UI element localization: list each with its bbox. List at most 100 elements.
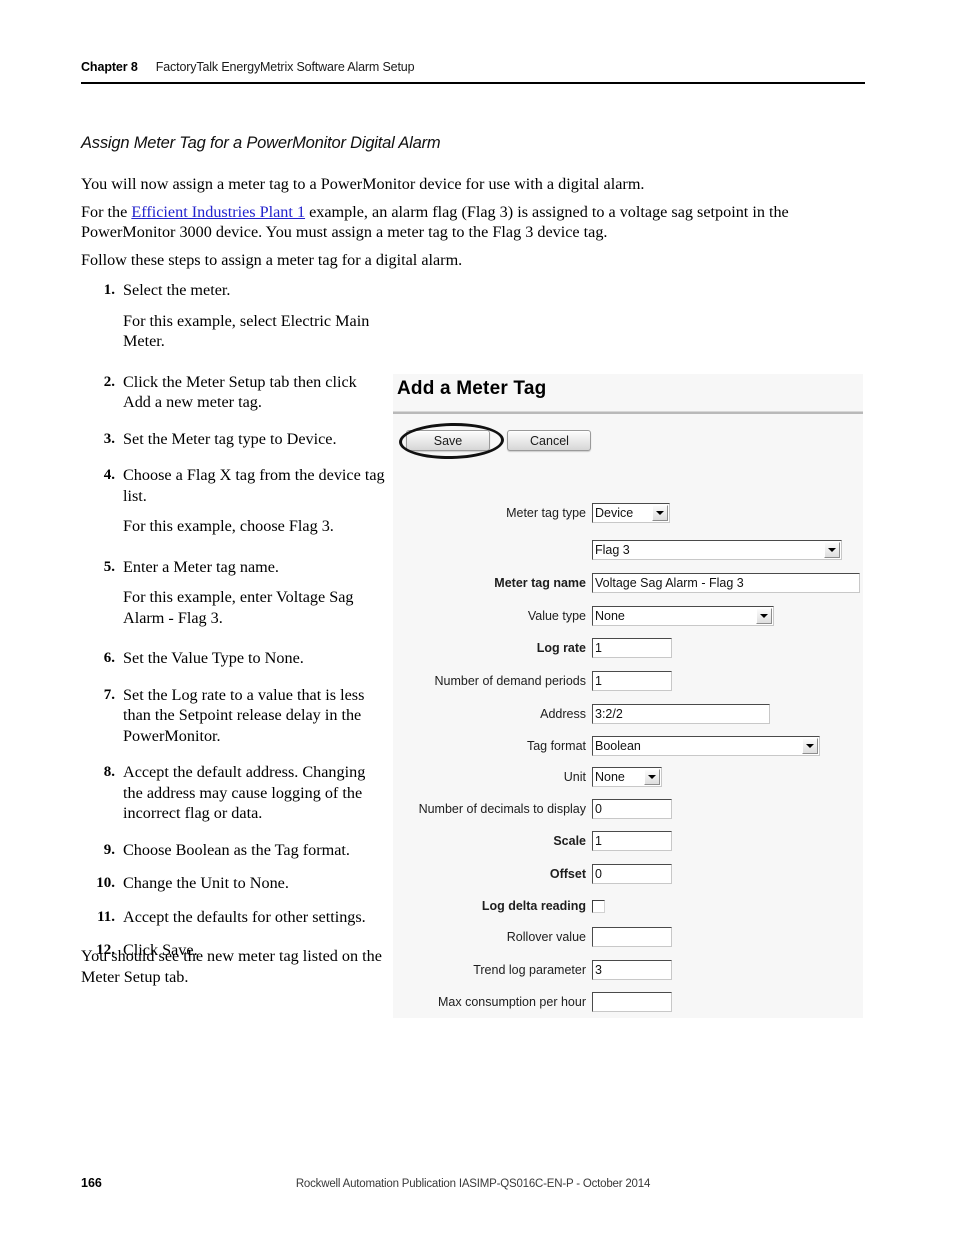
intro-paragraph-1: You will now assign a meter tag to a Pow… bbox=[81, 175, 645, 193]
field-row-log-delta-reading: Log delta reading bbox=[393, 895, 863, 917]
step-number: 1. bbox=[103, 282, 115, 298]
list-item: 1. Select the meter. For this example, s… bbox=[81, 280, 386, 352]
step-main: Choose a Flag X tag from the device tag … bbox=[123, 466, 385, 505]
field-row-demand-periods: Number of demand periods 1 bbox=[393, 670, 863, 692]
decimals-value: 0 bbox=[595, 802, 602, 816]
step-text: Click the Meter Setup tab then click Add… bbox=[123, 372, 357, 412]
step-sub: For this example, enter Voltage Sag Alar… bbox=[123, 588, 354, 627]
list-item: 6. Set the Value Type to None. bbox=[81, 648, 386, 669]
value-type-select[interactable]: None bbox=[592, 606, 774, 626]
meter-tag-type-select[interactable]: Device bbox=[592, 503, 670, 523]
intro-paragraph-3: Follow these steps to assign a meter tag… bbox=[81, 251, 463, 269]
field-row-rollover-value: Rollover value bbox=[393, 926, 863, 948]
list-item: 11. Accept the defaults for other settin… bbox=[81, 907, 386, 928]
tag-format-label: Tag format bbox=[526, 739, 586, 753]
chevron-down-icon[interactable] bbox=[824, 542, 840, 558]
chevron-down-icon[interactable] bbox=[644, 769, 660, 785]
max-consumption-input[interactable] bbox=[592, 992, 672, 1012]
scale-label: Scale bbox=[553, 834, 586, 848]
step-sub: For this example, select Electric Main M… bbox=[123, 311, 370, 351]
publication-info: Rockwell Automation Publication IASIMP-Q… bbox=[295, 1178, 651, 1190]
step-text: Set the Meter tag type to Device. bbox=[123, 429, 337, 448]
demand-periods-input[interactable]: 1 bbox=[592, 671, 672, 691]
value-type-label: Value type bbox=[527, 609, 586, 623]
step-number: 10. bbox=[96, 875, 115, 891]
scale-input[interactable]: 1 bbox=[592, 831, 672, 851]
step-text: Set the Value Type to None. bbox=[123, 649, 304, 667]
decimals-label: Number of decimals to display bbox=[418, 802, 586, 816]
address-label: Address bbox=[540, 707, 586, 721]
step-text: Set the Log rate to a value that is less… bbox=[123, 685, 365, 745]
scale-value: 1 bbox=[595, 834, 602, 848]
value-type-value: None bbox=[595, 609, 625, 623]
offset-input[interactable]: 0 bbox=[592, 864, 672, 884]
address-input[interactable]: 3:2/2 bbox=[592, 704, 770, 724]
address-value: 3:2/2 bbox=[595, 707, 623, 721]
field-row-log-rate: Log rate 1 bbox=[393, 637, 863, 659]
step-main: Enter a Meter tag name. bbox=[123, 557, 279, 576]
step-text: Enter a Meter tag name. For this example… bbox=[123, 557, 386, 629]
rollover-value-input[interactable] bbox=[592, 927, 672, 947]
field-row-unit: Unit None bbox=[393, 766, 863, 788]
app-page-title: Add a Meter Tag bbox=[397, 378, 547, 399]
chapter-title: FactoryTalk EnergyMetrix Software Alarm … bbox=[155, 60, 415, 74]
log-delta-reading-checkbox[interactable] bbox=[592, 899, 605, 913]
field-row-offset: Offset 0 bbox=[393, 863, 863, 885]
step-text: Accept the default address. Changing the… bbox=[123, 763, 366, 822]
field-row-value-type: Value type None bbox=[393, 605, 863, 627]
log-rate-input[interactable]: 1 bbox=[592, 638, 672, 658]
tag-format-value: Boolean bbox=[595, 739, 641, 753]
step-number: 7. bbox=[103, 686, 115, 703]
demand-periods-label: Number of demand periods bbox=[434, 674, 586, 688]
meter-tag-type-label: Meter tag type bbox=[506, 506, 586, 520]
rollover-value-label: Rollover value bbox=[506, 930, 586, 944]
log-rate-label: Log rate bbox=[536, 641, 586, 655]
save-button[interactable]: Save bbox=[406, 430, 490, 451]
header-rule bbox=[81, 82, 865, 84]
chevron-down-icon[interactable] bbox=[756, 608, 772, 624]
tag-format-select[interactable]: Boolean bbox=[592, 736, 820, 756]
device-tag-select[interactable]: Flag 3 bbox=[592, 540, 842, 560]
list-item: 8. Accept the default address. Changing … bbox=[81, 762, 386, 824]
closing-paragraph: You should see the new meter tag listed … bbox=[81, 947, 382, 986]
field-row-meter-tag-type: Meter tag type Device bbox=[393, 502, 863, 524]
trend-log-parameter-input[interactable]: 3 bbox=[592, 960, 672, 980]
step-number: 9. bbox=[103, 841, 115, 858]
list-item: 5. Enter a Meter tag name. For this exam… bbox=[81, 557, 386, 629]
field-row-scale: Scale 1 bbox=[393, 830, 863, 852]
log-rate-value: 1 bbox=[595, 641, 602, 655]
list-item: 4. Choose a Flag X tag from the device t… bbox=[81, 465, 386, 537]
meter-tag-name-label: Meter tag name bbox=[494, 576, 586, 590]
unit-label: Unit bbox=[563, 770, 586, 784]
step-number: 2. bbox=[103, 373, 115, 390]
unit-select[interactable]: None bbox=[592, 767, 662, 787]
step-number: 3. bbox=[103, 430, 115, 447]
meter-tag-name-input[interactable]: Voltage Sag Alarm - Flag 3 bbox=[592, 573, 860, 593]
device-tag-value: Flag 3 bbox=[595, 543, 630, 557]
app-button-bar: Save Cancel bbox=[406, 430, 592, 452]
meter-tag-name-value: Voltage Sag Alarm - Flag 3 bbox=[595, 576, 744, 590]
decimals-input[interactable]: 0 bbox=[592, 799, 672, 819]
app-title-divider bbox=[393, 411, 863, 414]
step-text: Choose a Flag X tag from the device tag … bbox=[123, 465, 386, 537]
paragraph-text-before: For the bbox=[81, 203, 132, 221]
chevron-down-icon[interactable] bbox=[652, 505, 668, 521]
field-row-max-consumption: Max consumption per hour bbox=[393, 991, 863, 1013]
step-number: 4. bbox=[103, 467, 115, 483]
step-sub: For this example, choose Flag 3. bbox=[123, 517, 334, 535]
list-item: 3. Set the Meter tag type to Device. bbox=[81, 429, 386, 450]
efficient-industries-plant-link[interactable]: Efficient Industries Plant 1 bbox=[131, 203, 305, 221]
field-row-trend-log-parameter: Trend log parameter 3 bbox=[393, 959, 863, 981]
cancel-button[interactable]: Cancel bbox=[507, 430, 592, 451]
offset-value: 0 bbox=[595, 867, 602, 881]
section-heading: Assign Meter Tag for a PowerMonitor Digi… bbox=[81, 134, 441, 152]
field-row-address: Address 3:2/2 bbox=[393, 703, 863, 725]
demand-periods-value: 1 bbox=[595, 674, 602, 688]
meter-tag-type-value: Device bbox=[595, 506, 634, 520]
list-item: 9. Choose Boolean as the Tag format. bbox=[81, 840, 386, 861]
chevron-down-icon[interactable] bbox=[802, 738, 818, 754]
field-row-device-tag: Flag 3 bbox=[393, 539, 863, 561]
add-meter-tag-screenshot: Add a Meter Tag Save Cancel Meter tag ty… bbox=[393, 374, 863, 1018]
offset-label: Offset bbox=[549, 867, 586, 881]
max-consumption-label: Max consumption per hour bbox=[438, 995, 586, 1009]
